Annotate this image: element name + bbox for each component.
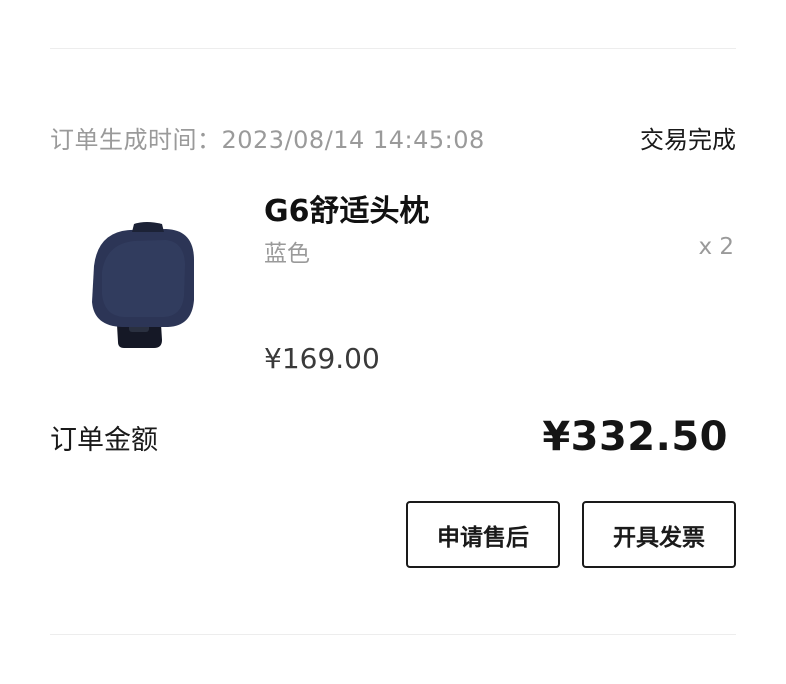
bottom-divider	[50, 634, 736, 635]
order-total-row: 订单金额 ¥332.50	[50, 410, 728, 464]
product-image[interactable]	[76, 196, 226, 366]
order-total-amount: ¥332.50	[542, 414, 728, 460]
apply-after-sales-button[interactable]: 申请售后	[406, 501, 560, 568]
top-divider	[50, 48, 736, 49]
order-actions: 申请售后 开具发票	[406, 501, 736, 568]
product-price: ¥169.00	[264, 342, 380, 375]
order-status: 交易完成	[640, 125, 736, 154]
product-quantity: x 2	[698, 234, 734, 260]
product-variant: 蓝色	[264, 241, 310, 267]
headrest-pillow-icon	[92, 222, 194, 348]
issue-invoice-button[interactable]: 开具发票	[582, 501, 736, 568]
product-name[interactable]: G6舒适头枕	[264, 186, 430, 230]
order-header: 订单生成时间：2023/08/14 14:45:08 交易完成	[50, 120, 736, 154]
order-card-page: 订单生成时间：2023/08/14 14:45:08 交易完成 G6舒适头枕 蓝…	[0, 0, 786, 684]
order-total-label: 订单金额	[50, 424, 158, 456]
order-created-time: 订单生成时间：2023/08/14 14:45:08	[50, 125, 485, 154]
